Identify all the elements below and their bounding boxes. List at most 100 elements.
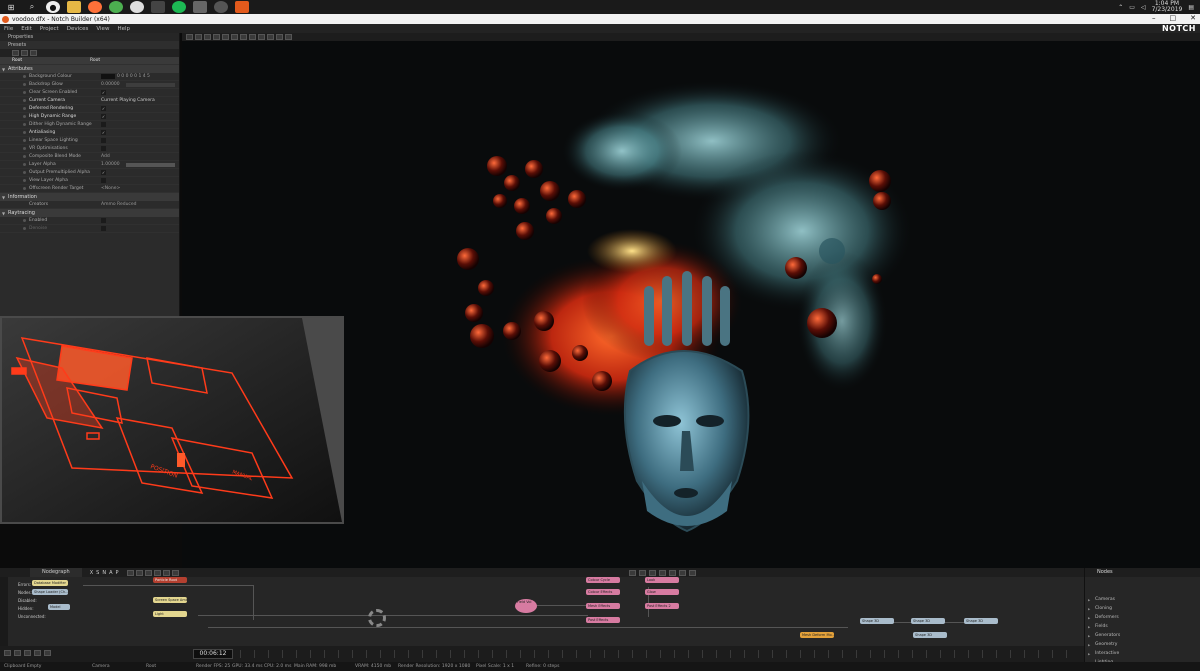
expand-icon[interactable] bbox=[21, 50, 28, 56]
node-post-effects-2[interactable]: Post Effects 2 bbox=[645, 603, 679, 609]
node-look[interactable]: Look bbox=[645, 577, 679, 583]
notch-icon[interactable] bbox=[235, 1, 249, 13]
node-shape-loader[interactable]: Shape Loader (Ch... bbox=[32, 589, 68, 595]
layout-icon[interactable] bbox=[153, 569, 161, 576]
explorer-icon[interactable] bbox=[67, 1, 81, 13]
property-row[interactable]: Deferred Rendering ✓ bbox=[0, 105, 179, 113]
wire-tool-icon[interactable] bbox=[258, 34, 265, 40]
node-ssao[interactable]: Screen Space Amb... bbox=[153, 597, 187, 603]
spotify-icon[interactable] bbox=[172, 1, 186, 13]
rewind-icon[interactable] bbox=[14, 650, 21, 656]
node-particle-root[interactable]: Particle Root bbox=[153, 577, 187, 583]
frame-all-icon[interactable] bbox=[144, 569, 152, 576]
stats-tool-icon[interactable] bbox=[276, 34, 283, 40]
tool-p[interactable]: P bbox=[115, 570, 118, 576]
record-icon[interactable] bbox=[4, 650, 11, 656]
property-row[interactable]: Creators Ammo Reduced bbox=[0, 201, 179, 209]
chrome-icon[interactable] bbox=[109, 1, 123, 13]
obs-icon[interactable] bbox=[130, 1, 144, 13]
property-row[interactable]: Dither High Dynamic Range bbox=[0, 121, 179, 129]
keyframe-next-icon[interactable] bbox=[44, 650, 51, 656]
node-glow[interactable]: Glow bbox=[645, 589, 679, 595]
grid-tool-icon[interactable] bbox=[231, 34, 238, 40]
rotate-tool-icon[interactable] bbox=[204, 34, 211, 40]
node-shape-3d[interactable]: Shape 3D bbox=[860, 618, 894, 624]
nodegraph-canvas[interactable]: Errors: Nodes: Disabled: Hidden: Unconne… bbox=[8, 577, 1084, 646]
property-row[interactable]: High Dynamic Range ✓ bbox=[0, 113, 179, 121]
camera-tool-icon[interactable] bbox=[222, 34, 229, 40]
property-row[interactable]: Enabled bbox=[0, 217, 179, 225]
photos-icon[interactable] bbox=[193, 1, 207, 13]
menu-edit[interactable]: Edit bbox=[21, 26, 32, 32]
nodes-cat-cameras[interactable]: Cameras bbox=[1085, 595, 1200, 604]
firefox-icon[interactable] bbox=[88, 1, 102, 13]
step-forward-icon[interactable] bbox=[668, 569, 676, 576]
property-row[interactable]: Clear Screen Enabled ✓ bbox=[0, 89, 179, 97]
property-row[interactable]: Layer Alpha 1.00000 bbox=[0, 161, 179, 169]
key-icon[interactable] bbox=[24, 650, 31, 656]
property-row[interactable]: VR Optimisations bbox=[0, 145, 179, 153]
tool-s[interactable]: S bbox=[96, 570, 99, 576]
network-icon[interactable]: ▭ bbox=[1129, 4, 1135, 11]
node-model[interactable]: Model bbox=[48, 604, 70, 610]
nodes-cat-deformers[interactable]: Deformers bbox=[1085, 613, 1200, 622]
node-mesh-effects[interactable]: Mesh Effects bbox=[586, 603, 620, 609]
select-tool-icon[interactable] bbox=[186, 34, 193, 40]
skip-start-icon[interactable] bbox=[628, 569, 636, 576]
volume-icon[interactable]: ◁ bbox=[1141, 4, 1146, 11]
node-post-effects[interactable]: Post Effects bbox=[586, 617, 620, 623]
minimize-icon[interactable]: – bbox=[1152, 14, 1156, 22]
nodegraph-side-tab[interactable] bbox=[0, 577, 8, 646]
menu-file[interactable]: File bbox=[4, 26, 13, 32]
monitor-icon[interactable] bbox=[151, 1, 165, 13]
loop-icon[interactable] bbox=[688, 569, 696, 576]
move-tool-icon[interactable] bbox=[195, 34, 202, 40]
node-database-modifier[interactable]: Database Modifier bbox=[32, 580, 68, 586]
collapse-icon[interactable] bbox=[30, 50, 37, 56]
comment-icon[interactable] bbox=[171, 569, 179, 576]
tool-a[interactable]: A bbox=[109, 570, 112, 576]
view-tool-icon[interactable] bbox=[285, 34, 292, 40]
zoom-out-icon[interactable] bbox=[135, 569, 143, 576]
cortana-icon[interactable]: ● bbox=[46, 1, 60, 13]
root-row[interactable]: Root Root bbox=[0, 57, 179, 65]
property-row[interactable]: Background Colour 0 0 0 0 0 1 4 5 bbox=[0, 73, 179, 81]
bounds-tool-icon[interactable] bbox=[267, 34, 274, 40]
nodes-cat-geometry[interactable]: Geometry bbox=[1085, 640, 1200, 649]
notification-icon[interactable]: ▤ bbox=[1188, 4, 1194, 11]
windows-icon[interactable]: ⊞ bbox=[4, 1, 18, 13]
filter-icon[interactable] bbox=[12, 50, 19, 56]
property-row[interactable]: Backdrop Glow 0.00000 bbox=[0, 81, 179, 89]
keyframe-prev-icon[interactable] bbox=[34, 650, 41, 656]
timeline-ruler[interactable] bbox=[240, 650, 1080, 658]
property-row[interactable]: Linear Space Lighting bbox=[0, 137, 179, 145]
nodes-cat-cloning[interactable]: Cloning bbox=[1085, 604, 1200, 613]
light-tool-icon[interactable] bbox=[249, 34, 256, 40]
stop-icon[interactable] bbox=[648, 569, 656, 576]
node-mesh-deform[interactable]: Mesh Deform Mo... bbox=[800, 632, 834, 638]
property-row[interactable]: Current Camera Current Playing Camera bbox=[0, 97, 179, 105]
close-icon[interactable]: ✕ bbox=[1190, 14, 1196, 22]
menu-view[interactable]: View bbox=[96, 26, 109, 32]
scale-tool-icon[interactable] bbox=[213, 34, 220, 40]
timeline[interactable]: 00:06:12 bbox=[0, 646, 1084, 662]
skip-end-icon[interactable] bbox=[678, 569, 686, 576]
menu-devices[interactable]: Devices bbox=[67, 26, 89, 32]
gear-icon[interactable] bbox=[368, 609, 386, 627]
node-shape-3d[interactable]: Shape 3D bbox=[964, 618, 998, 624]
tool-n[interactable]: N bbox=[102, 570, 106, 576]
raytracing-section[interactable]: Raytracing bbox=[0, 209, 179, 217]
nodes-cat-interactive[interactable]: Interactive bbox=[1085, 649, 1200, 658]
tab-nodegraph[interactable]: Nodegraph bbox=[30, 568, 82, 577]
node-shape-3d[interactable]: Shape 3D bbox=[911, 618, 945, 624]
play-icon[interactable] bbox=[658, 569, 666, 576]
group-icon[interactable] bbox=[162, 569, 170, 576]
information-section[interactable]: Information bbox=[0, 193, 179, 201]
tool-x[interactable]: X bbox=[90, 570, 93, 576]
maximize-icon[interactable]: □ bbox=[1170, 14, 1177, 22]
node-light[interactable]: Light bbox=[153, 611, 187, 617]
property-row[interactable]: Denoise bbox=[0, 225, 179, 233]
snap-tool-icon[interactable] bbox=[240, 34, 247, 40]
property-row[interactable]: Output Premultiplied Alpha ✓ bbox=[0, 169, 179, 177]
property-row[interactable]: View Layer Alpha bbox=[0, 177, 179, 185]
